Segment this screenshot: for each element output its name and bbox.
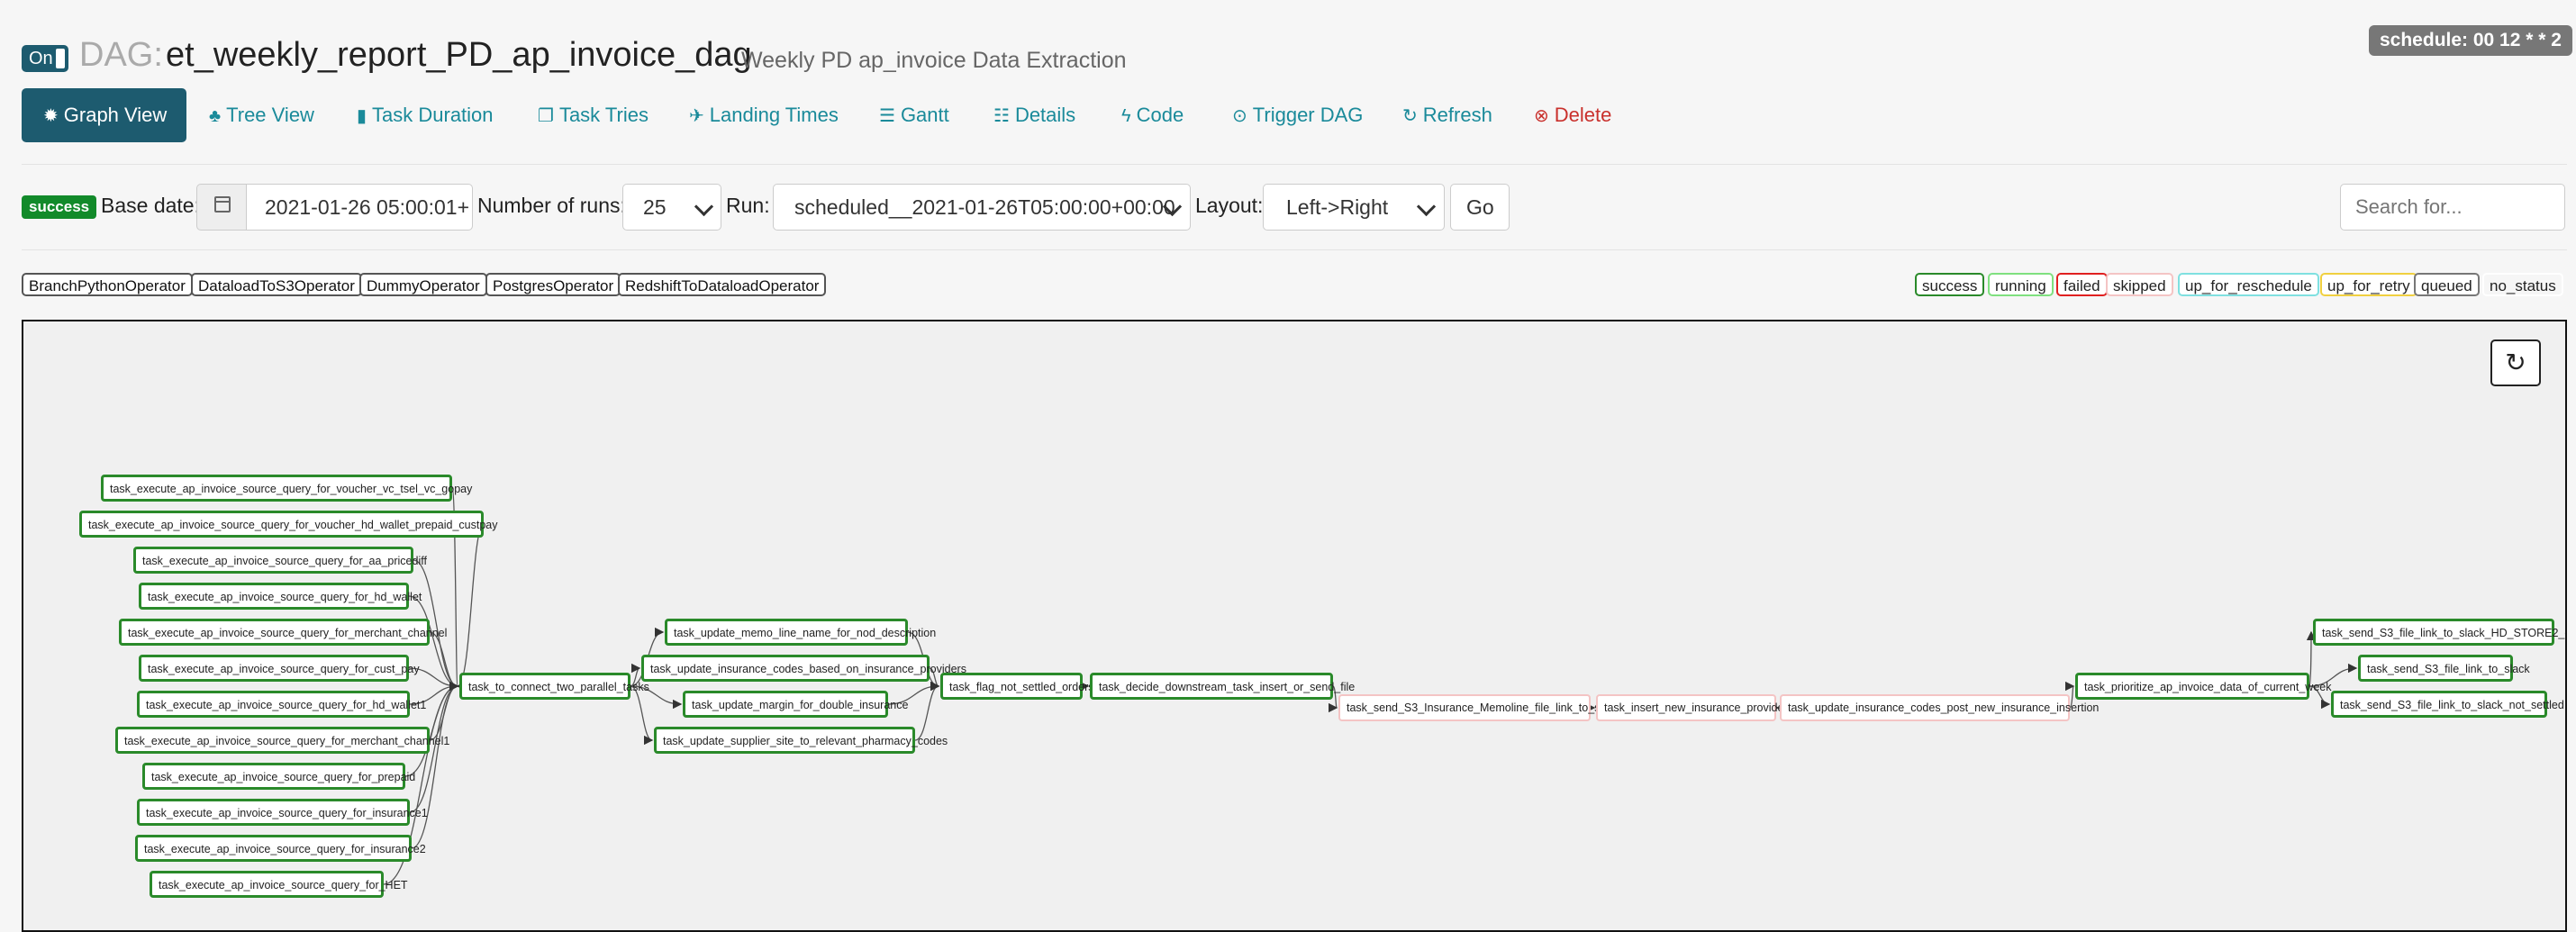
operator-chip-dataload-to-s3[interactable]: DataloadToS3Operator — [191, 273, 362, 296]
divider — [22, 164, 2567, 165]
layout-label: Layout: — [1195, 194, 1264, 217]
num-runs-value: 25 — [643, 195, 667, 219]
dag-run-state-badge: success — [22, 195, 97, 219]
operator-chip-branch-python[interactable]: BranchPythonOperator — [22, 273, 193, 296]
tab-trigger-dag[interactable]: ⊙ Trigger DAG — [1232, 88, 1363, 142]
duplicate-icon: ❐ — [538, 106, 554, 126]
state-chip-up-for-reschedule[interactable]: up_for_reschedule — [2178, 273, 2319, 296]
task-node-n0[interactable]: task_execute_ap_invoice_source_query_for… — [101, 475, 472, 502]
tab-code[interactable]: ϟ Code — [1121, 88, 1184, 142]
task-node-n11[interactable]: task_execute_ap_invoice_source_query_for… — [150, 871, 408, 898]
task-node-n3[interactable]: task_execute_ap_invoice_source_query_for… — [139, 583, 422, 610]
task-node-t3[interactable]: task_send_S3_file_link_to_slack_not_sett… — [2331, 691, 2564, 718]
state-chip-no-status[interactable]: no_status — [2482, 273, 2563, 296]
task-node-n7[interactable]: task_execute_ap_invoice_source_query_for… — [115, 727, 449, 754]
task-node-m4[interactable]: task_update_supplier_site_to_relevant_ph… — [654, 727, 948, 754]
dag-prefix: DAG: — [79, 36, 163, 74]
task-node-p1[interactable]: task_prioritize_ap_invoice_data_of_curre… — [2075, 673, 2331, 700]
task-node-n6[interactable]: task_execute_ap_invoice_source_query_for… — [137, 691, 426, 718]
operator-chip-dummy[interactable]: DummyOperator — [359, 273, 487, 296]
task-node-m1[interactable]: task_update_memo_line_name_for_nod_descr… — [665, 619, 936, 646]
run-value: scheduled__2021-01-26T05:00:00+00:00 — [794, 195, 1175, 219]
task-node-m3[interactable]: task_update_margin_for_double_insurance — [683, 691, 908, 718]
tab-label: Code — [1136, 104, 1184, 126]
state-chip-queued[interactable]: queued — [2414, 273, 2480, 296]
state-chip-skipped[interactable]: skipped — [2106, 273, 2173, 296]
base-date-value: 2021-01-26 05:00:01+ — [265, 195, 470, 219]
dag-description: Weekly PD ap_invoice Data Extraction — [741, 48, 1127, 73]
base-date-label: Base date: — [101, 194, 200, 217]
toggle-knob — [56, 49, 65, 68]
task-node-n8[interactable]: task_execute_ap_invoice_source_query_for… — [142, 763, 415, 790]
task-node-n9[interactable]: task_execute_ap_invoice_source_query_for… — [137, 799, 428, 826]
tab-graph-view[interactable]: ✹ Graph View — [22, 88, 187, 142]
task-node-s3[interactable]: task_update_insurance_codes_post_new_ins… — [1780, 694, 2099, 721]
search-input[interactable] — [2340, 184, 2565, 231]
operator-chip-postgres[interactable]: PostgresOperator — [485, 273, 621, 296]
edge-n1-c1 — [456, 523, 485, 692]
tab-task-tries[interactable]: ❐ Task Tries — [538, 88, 649, 142]
num-runs-label: Number of runs: — [477, 194, 626, 217]
tab-task-duration[interactable]: ▮ Task Duration — [357, 88, 494, 142]
tab-label: Task Duration — [372, 104, 494, 126]
dag-graph-canvas[interactable]: task_execute_ap_invoice_source_query_for… — [22, 320, 2567, 932]
task-node-n10[interactable]: task_execute_ap_invoice_source_query_for… — [135, 835, 426, 862]
task-node-s2[interactable]: task_insert_new_insurance_provider — [1596, 694, 1788, 721]
task-node-s1[interactable]: task_send_S3_Insurance_Memoline_file_lin… — [1338, 694, 1620, 721]
plane-icon: ✈ — [689, 106, 704, 126]
task-node-n2[interactable]: task_execute_ap_invoice_source_query_for… — [133, 547, 427, 574]
task-node-m2[interactable]: task_update_insurance_codes_based_on_ins… — [641, 655, 966, 682]
tab-refresh[interactable]: ↻ Refresh — [1402, 88, 1492, 142]
align-left-icon: ☰ — [879, 106, 895, 126]
state-chip-failed[interactable]: failed — [2056, 273, 2108, 296]
graph-refresh-button[interactable]: ↻ — [2490, 339, 2541, 386]
task-node-f1[interactable]: task_flag_not_settled_orders — [940, 673, 1094, 700]
tab-label: Trigger DAG — [1252, 104, 1364, 126]
tab-label: Refresh — [1422, 104, 1492, 126]
tab-label: Task Tries — [558, 104, 649, 126]
tab-label: Tree View — [226, 104, 314, 126]
schedule-badge: schedule: 00 12 * * 2 — [2369, 25, 2572, 56]
layout-value: Left->Right — [1286, 195, 1389, 219]
task-node-t2[interactable]: task_send_S3_file_link_to_slack — [2358, 655, 2530, 682]
dag-on-toggle[interactable]: On — [22, 45, 68, 72]
tab-tree-view[interactable]: ♣ Tree View — [209, 88, 314, 142]
calendar-icon — [214, 196, 231, 213]
refresh-icon: ↻ — [2505, 348, 2526, 376]
tab-delete[interactable]: ⊗ Delete — [1534, 88, 1611, 142]
tab-label: Landing Times — [709, 104, 839, 126]
task-node-c1[interactable]: task_to_connect_two_parallel_tasks — [459, 673, 649, 700]
remove-circle-icon: ⊗ — [1534, 106, 1549, 126]
divider — [22, 249, 2567, 250]
state-chip-running[interactable]: running — [1988, 273, 2054, 296]
task-node-t1[interactable]: task_send_S3_file_link_to_slack_HD_STORE… — [2313, 619, 2565, 646]
tab-landing-times[interactable]: ✈ Landing Times — [689, 88, 839, 142]
task-node-d1[interactable]: task_decide_downstream_task_insert_or_se… — [1090, 673, 1355, 700]
task-node-n1[interactable]: task_execute_ap_invoice_source_query_for… — [79, 511, 497, 538]
tab-details[interactable]: ☷ Details — [993, 88, 1075, 142]
task-node-n5[interactable]: task_execute_ap_invoice_source_query_for… — [139, 655, 420, 682]
flash-icon: ϟ — [1121, 106, 1131, 126]
tab-label: Details — [1014, 104, 1076, 126]
state-chip-success[interactable]: success — [1915, 273, 1985, 296]
play-circle-icon: ⊙ — [1232, 106, 1247, 126]
tab-label: Gantt — [900, 104, 949, 126]
task-node-n4[interactable]: task_execute_ap_invoice_source_query_for… — [119, 619, 447, 646]
state-chip-up-for-retry[interactable]: up_for_retry — [2320, 273, 2417, 296]
asterisk-icon: ✹ — [43, 106, 59, 126]
tab-label: Delete — [1554, 104, 1612, 126]
dag-title: et_weekly_report_PD_ap_invoice_dag — [166, 36, 752, 74]
bar-chart-icon: ▮ — [357, 106, 367, 126]
toggle-label: On — [29, 49, 53, 68]
tab-label: Graph View — [63, 104, 168, 126]
tree-icon: ♣ — [209, 106, 222, 126]
tab-gantt[interactable]: ☰ Gantt — [879, 88, 949, 142]
go-button-label: Go — [1466, 195, 1494, 219]
run-label: Run: — [726, 194, 770, 217]
list-icon: ☷ — [993, 106, 1010, 126]
operator-chip-redshift-to-dataload[interactable]: RedshiftToDataloadOperator — [618, 273, 827, 296]
refresh-icon: ↻ — [1402, 106, 1418, 126]
